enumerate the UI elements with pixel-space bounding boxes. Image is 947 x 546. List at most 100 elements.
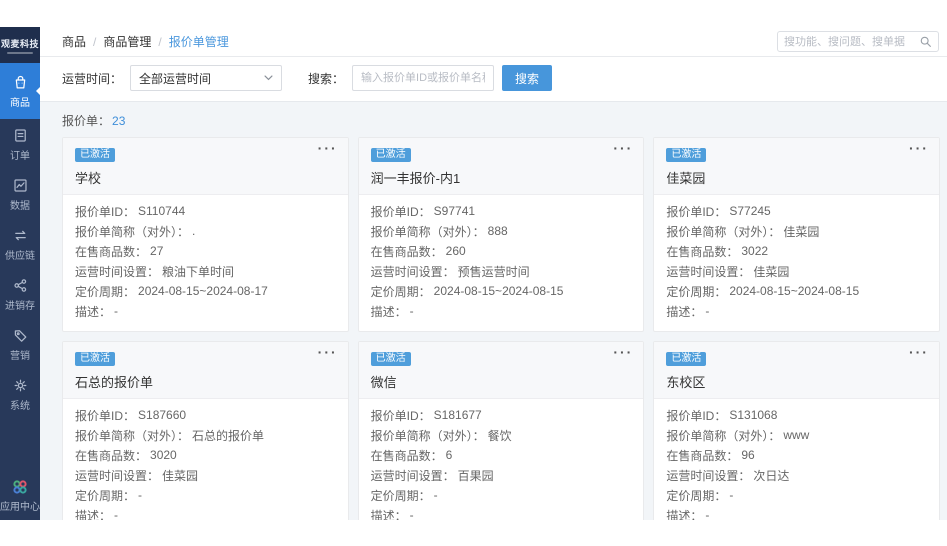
more-icon[interactable]: ···: [318, 344, 338, 360]
field-description: 描述： -: [75, 508, 119, 520]
sidebar-nav: 商品 订单 数据 供应链 进销存 营销 系统: [0, 63, 41, 419]
sidebar-item-app-center[interactable]: 应用中心: [0, 472, 40, 518]
field-pricing-period: 定价周期： -: [370, 488, 438, 503]
status-badge: 已激活: [666, 148, 707, 162]
page: 观麦科技 商品 订单 数据 供应链 进销存 营销 系统 应用中心 商品 / 商品…: [0, 0, 947, 546]
more-icon[interactable]: ···: [909, 140, 929, 156]
quote-search-input[interactable]: [352, 65, 495, 91]
swap-arrows-icon: [14, 230, 26, 240]
breadcrumb-item-product-management[interactable]: 商品管理: [103, 33, 151, 50]
field-description: 描述： -: [370, 508, 414, 520]
quote-count-value: 23: [112, 114, 126, 128]
sidebar-item-supply-chain[interactable]: 供应链: [0, 219, 40, 269]
card-header: 已激活 ··· 石总的报价单: [63, 342, 348, 399]
more-icon[interactable]: ···: [318, 140, 338, 156]
field-quote-id: 报价单ID： S131068: [666, 408, 778, 423]
field-time-setting: 运营时间设置： 预售运营时间: [370, 264, 530, 279]
quote-card[interactable]: 已激活 ··· 微信 报价单ID： S181677 报价单简称（对外）： 餐饮 在售…: [357, 341, 645, 520]
field-on-sale-count: 在售商品数： 3020: [75, 448, 177, 463]
card-body: 报价单ID： S97741 报价单简称（对外）： 888 在售商品数： 260 运营时…: [359, 195, 644, 331]
quote-card[interactable]: 已激活 ··· 东校区 报价单ID： S131068 报价单简称（对外）： www …: [653, 341, 940, 520]
sidebar-item-label: 商品: [10, 97, 30, 109]
operation-time-value: 全部运营时间: [139, 71, 212, 86]
more-icon[interactable]: ···: [909, 344, 929, 360]
field-quote-id: 报价单ID： S187660: [75, 408, 187, 423]
global-search-input[interactable]: [784, 35, 919, 48]
operation-time-label: 运营时间：: [62, 71, 123, 86]
sidebar-item-label: 供应链: [5, 250, 35, 262]
field-description: 描述： -: [666, 304, 710, 319]
field-time-setting: 运营时间设置： 百果园: [370, 468, 494, 483]
field-description: 描述： -: [666, 508, 710, 520]
search-button[interactable]: 搜索: [502, 65, 553, 91]
sidebar-item-data[interactable]: 数据: [0, 169, 40, 219]
breadcrumb-item-products[interactable]: 商品: [62, 33, 86, 50]
quote-card[interactable]: 已激活 ··· 润一丰报价-内1 报价单ID： S97741 报价单简称（对外）：…: [357, 137, 645, 332]
quote-count-label: 报价单：: [62, 114, 111, 128]
quote-search-label: 搜索：: [308, 71, 345, 86]
sidebar: 观麦科技 商品 订单 数据 供应链 进销存 营销 系统 应用中心: [0, 27, 41, 520]
quote-count-summary: 报价单： 23: [62, 102, 940, 137]
more-icon[interactable]: ···: [613, 140, 633, 156]
field-on-sale-count: 在售商品数： 27: [75, 244, 164, 259]
more-icon[interactable]: ···: [613, 344, 633, 360]
card-title: 微信: [370, 375, 397, 390]
sidebar-item-label: 营销: [10, 350, 30, 362]
field-time-setting: 运营时间设置： 次日达: [666, 468, 790, 483]
sidebar-item-inventory[interactable]: 进销存: [0, 269, 40, 319]
logo-subtitle: [7, 51, 33, 54]
sidebar-item-label: 进销存: [5, 300, 35, 312]
filter-bar: 运营时间： 全部运营时间 搜索： 搜索: [40, 57, 947, 102]
status-badge: 已激活: [370, 352, 411, 366]
card-title: 润一丰报价-内1: [370, 171, 461, 186]
field-short-name: 报价单简称（对外）： 石总的报价单: [75, 428, 265, 443]
card-header: 已激活 ··· 微信: [358, 342, 644, 399]
app-window: 观麦科技 商品 订单 数据 供应链 进销存 营销 系统 应用中心 商品 / 商品…: [0, 27, 947, 520]
status-badge: 已激活: [75, 352, 115, 366]
card-title: 佳菜园: [666, 171, 706, 186]
quote-card-grid: 已激活 ··· 学校 报价单ID： S110744 报价单简称（对外）：. 在售商…: [62, 137, 940, 520]
main-area: 商品 / 商品管理 / 报价单管理 运营时间： 全部运营时间: [40, 27, 947, 520]
field-on-sale-count: 在售商品数： 260: [370, 244, 466, 259]
field-quote-id: 报价单ID： S97741: [370, 204, 476, 219]
card-body: 报价单ID： S131068 报价单简称（对外）： www 在售商品数： 96 运营时…: [654, 399, 939, 520]
status-badge: 已激活: [370, 148, 411, 162]
field-pricing-period: 定价周期： 2024-08-15~2024-08-17: [75, 284, 268, 299]
field-pricing-period: 定价周期： -: [666, 488, 734, 503]
field-pricing-period: 定价周期： 2024-08-15~2024-08-15: [370, 284, 564, 299]
field-short-name: 报价单简称（对外）： 888: [370, 224, 508, 239]
status-badge: 已激活: [666, 352, 707, 366]
quote-card[interactable]: 已激活 ··· 学校 报价单ID： S110744 报价单简称（对外）：. 在售商…: [62, 137, 349, 332]
field-time-setting: 运营时间设置： 粮油下单时间: [75, 264, 235, 279]
field-quote-id: 报价单ID： S110744: [75, 204, 186, 219]
card-header: 已激活 ··· 佳菜园: [654, 138, 939, 195]
global-search-box[interactable]: [777, 31, 939, 52]
logo: 观麦科技: [0, 27, 40, 63]
field-description: 描述： -: [370, 304, 414, 319]
card-body: 报价单ID： S181677 报价单简称（对外）： 餐饮 在售商品数： 6 运营时间设…: [359, 399, 644, 520]
field-short-name: 报价单简称（对外）： www: [666, 428, 810, 443]
field-time-setting: 运营时间设置： 佳菜园: [75, 468, 199, 483]
field-short-name: 报价单简称（对外）： 餐饮: [370, 428, 512, 443]
search-icon[interactable]: [919, 35, 932, 48]
quote-card[interactable]: 已激活 ··· 石总的报价单 报价单ID： S187660 报价单简称（对外）：石…: [62, 341, 349, 520]
content-area: 报价单： 23 已激活 ··· 学校 报价单ID： S110744 报价单简称（对外…: [40, 102, 947, 520]
field-on-sale-count: 在售商品数： 3022: [666, 244, 769, 259]
card-body: 报价单ID： S187660 报价单简称（对外）： 石总的报价单 在售商品数： 302…: [63, 399, 348, 520]
field-short-name: 报价单简称（对外）：.: [75, 224, 196, 239]
field-on-sale-count: 在售商品数： 96: [666, 448, 755, 463]
sidebar-item-marketing[interactable]: 营销: [0, 319, 40, 369]
field-pricing-period: 定价周期： 2024-08-15~2024-08-15: [666, 284, 860, 299]
sidebar-item-orders[interactable]: 订单: [0, 119, 40, 169]
field-on-sale-count: 在售商品数： 6: [370, 448, 453, 463]
field-time-setting: 运营时间设置： 佳菜园: [666, 264, 790, 279]
sidebar-item-system[interactable]: 系统: [0, 369, 40, 419]
card-header: 已激活 ··· 学校: [63, 138, 348, 195]
operation-time-select[interactable]: 全部运营时间: [130, 65, 283, 91]
bag-icon: [15, 75, 25, 88]
breadcrumb-separator: /: [158, 34, 162, 49]
logo-text: 观麦科技: [0, 38, 39, 49]
quote-card[interactable]: 已激活 ··· 佳菜园 报价单ID： S77245 报价单简称（对外）： 佳菜园 在…: [653, 137, 940, 332]
field-short-name: 报价单简称（对外）： 佳菜园: [666, 224, 820, 239]
sidebar-item-products[interactable]: 商品: [0, 63, 41, 119]
